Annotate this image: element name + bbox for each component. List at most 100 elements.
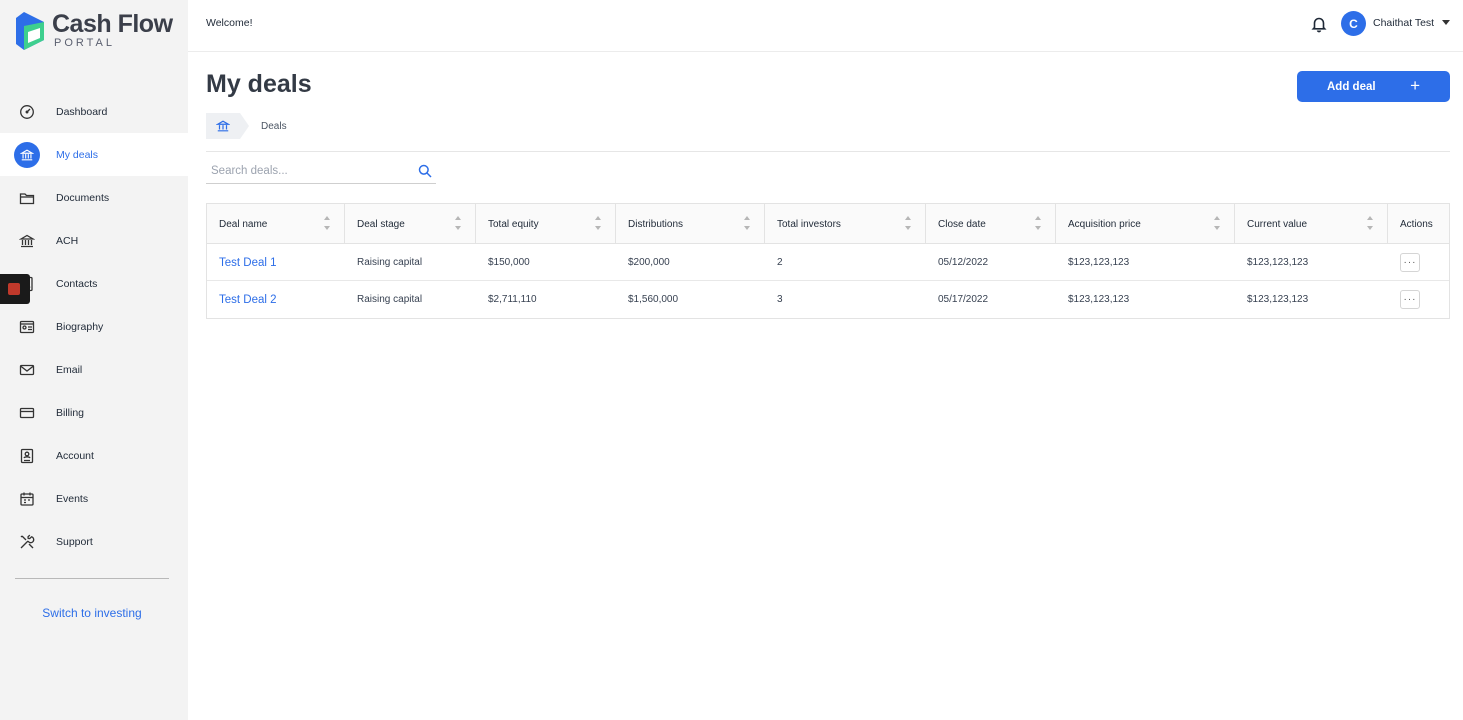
profile-card-icon [18, 318, 36, 336]
sort-arrows-icon[interactable] [744, 216, 750, 232]
tools-icon [18, 533, 36, 551]
close-date-cell: 05/12/2022 [938, 257, 989, 268]
close-date-cell: 05/17/2022 [938, 294, 989, 305]
current-value-cell: $123,123,123 [1247, 294, 1309, 305]
sort-arrows-icon[interactable] [455, 216, 461, 232]
column-header-total-investors[interactable]: Total investors [765, 204, 926, 244]
breadcrumb-current[interactable]: Deals [261, 121, 287, 132]
deal-stage-cell: Raising capital [357, 294, 423, 305]
chevron-down-icon[interactable] [1442, 20, 1450, 25]
column-header-acquisition-price[interactable]: Acquisition price [1056, 204, 1235, 244]
sidebar-item-label: Events [56, 492, 89, 505]
user-avatar[interactable]: C [1341, 11, 1366, 36]
dashboard-gauge-icon [18, 103, 36, 121]
column-label: Close date [938, 218, 986, 230]
sidebar-item-label: Contacts [56, 277, 98, 290]
sidebar-nav: Dashboard My deals Documents ACH Contact… [0, 90, 188, 563]
sidebar-item-biography[interactable]: Biography [0, 305, 188, 348]
sidebar: Cash Flow PORTAL Dashboard My deals Docu… [0, 0, 188, 720]
actions-cell: ··· [1388, 281, 1449, 318]
sidebar-divider [15, 578, 169, 579]
acquisition-price-cell: $123,123,123 [1068, 257, 1130, 268]
total-investors-cell: 2 [777, 257, 783, 268]
current-value-cell: $123,123,123 [1247, 257, 1309, 268]
credit-card-icon [18, 404, 36, 422]
breadcrumb: Deals [206, 113, 287, 139]
search-input[interactable] [206, 160, 406, 182]
envelope-icon [18, 361, 36, 379]
table-row: Test Deal 2 Raising capital $2,711,110 $… [207, 281, 1449, 318]
cash-flow-portal-logo[interactable]: Cash Flow PORTAL [14, 10, 184, 52]
sidebar-item-label: Email [56, 363, 83, 376]
deal-name-link[interactable]: Test Deal 2 [207, 281, 345, 318]
column-label: Actions [1400, 218, 1433, 230]
switch-to-investing-link[interactable]: Switch to investing [15, 606, 169, 620]
search-bar [206, 160, 436, 184]
column-header-close-date[interactable]: Close date [926, 204, 1056, 244]
section-divider [206, 151, 1450, 152]
calendar-icon [18, 490, 36, 508]
sidebar-item-label: Documents [56, 191, 110, 204]
column-header-deal-stage[interactable]: Deal stage [345, 204, 476, 244]
sidebar-item-label: Billing [56, 406, 85, 419]
sidebar-item-events[interactable]: Events [0, 477, 188, 520]
sidebar-item-my-deals[interactable]: My deals [0, 133, 188, 176]
more-actions-button[interactable]: ··· [1400, 253, 1420, 272]
deals-table: Deal name Deal stage Total equity Distri… [206, 203, 1450, 319]
column-header-distributions[interactable]: Distributions [616, 204, 765, 244]
distributions-cell: $1,560,000 [628, 294, 679, 305]
sort-arrows-icon[interactable] [1367, 216, 1373, 232]
sidebar-item-billing[interactable]: Billing [0, 391, 188, 434]
sort-arrows-icon[interactable] [1214, 216, 1220, 232]
sidebar-item-documents[interactable]: Documents [0, 176, 188, 219]
bank-icon [14, 141, 40, 168]
sort-arrows-icon[interactable] [905, 216, 911, 232]
account-document-icon [18, 447, 36, 465]
sidebar-item-label: Biography [56, 320, 104, 333]
column-label: Current value [1247, 218, 1308, 230]
total-equity-cell: $2,711,110 [488, 294, 537, 305]
page-title: My deals [206, 70, 312, 98]
column-label: Total equity [488, 218, 539, 230]
sort-arrows-icon[interactable] [595, 216, 601, 232]
sidebar-item-label: My deals [56, 148, 99, 161]
more-actions-button[interactable]: ··· [1400, 290, 1420, 309]
breadcrumb-home[interactable] [206, 113, 249, 139]
sidebar-item-label: ACH [56, 234, 79, 247]
add-deal-button[interactable]: Add deal + [1297, 71, 1450, 102]
total-investors-cell: 3 [777, 294, 783, 305]
bank-building-icon [18, 232, 36, 250]
sidebar-item-label: Dashboard [56, 105, 108, 118]
column-header-current-value[interactable]: Current value [1235, 204, 1388, 244]
sidebar-item-account[interactable]: Account [0, 434, 188, 477]
sidebar-item-ach[interactable]: ACH [0, 219, 188, 262]
user-name[interactable]: Chaithat Test [1373, 17, 1434, 29]
welcome-text: Welcome! [206, 17, 253, 29]
notification-bell-icon[interactable] [1310, 15, 1328, 33]
column-label: Acquisition price [1068, 218, 1141, 230]
deal-stage-cell: Raising capital [357, 257, 423, 268]
deal-name-link[interactable]: Test Deal 1 [207, 244, 345, 281]
column-label: Deal name [219, 218, 268, 230]
column-header-total-equity[interactable]: Total equity [476, 204, 616, 244]
table-row: Test Deal 1 Raising capital $150,000 $20… [207, 244, 1449, 281]
sort-arrows-icon[interactable] [1035, 216, 1041, 232]
distributions-cell: $200,000 [628, 257, 670, 268]
column-label: Total investors [777, 218, 841, 230]
column-header-actions: Actions [1388, 204, 1449, 244]
sort-arrows-icon[interactable] [324, 216, 330, 232]
home-icon [216, 120, 230, 132]
sidebar-item-dashboard[interactable]: Dashboard [0, 90, 188, 133]
search-icon[interactable] [418, 164, 432, 178]
brand-subtitle: PORTAL [54, 37, 115, 49]
plus-icon: + [1410, 76, 1420, 95]
acquisition-price-cell: $123,123,123 [1068, 294, 1130, 305]
floating-record-tab[interactable] [0, 274, 30, 304]
sidebar-item-support[interactable]: Support [0, 520, 188, 563]
folder-icon [18, 189, 36, 207]
sidebar-item-email[interactable]: Email [0, 348, 188, 391]
table-header: Deal name Deal stage Total equity Distri… [207, 204, 1449, 244]
column-label: Distributions [628, 218, 684, 230]
column-header-deal-name[interactable]: Deal name [207, 204, 345, 244]
column-label: Deal stage [357, 218, 405, 230]
